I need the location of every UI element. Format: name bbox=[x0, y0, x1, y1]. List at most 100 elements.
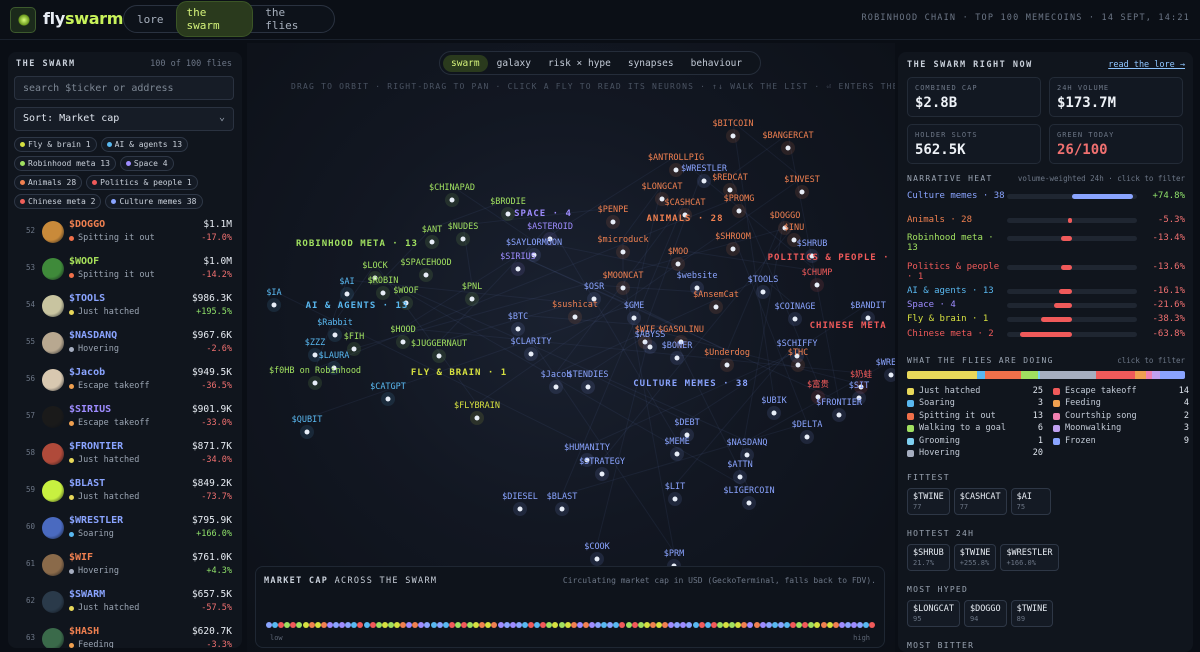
fly-node[interactable] bbox=[515, 266, 521, 272]
fly-label[interactable]: $BANGERCAT bbox=[762, 131, 813, 141]
coin-row[interactable]: 59 $BLAST Just hatched $849.2K -73.7% bbox=[8, 472, 242, 509]
fly-node[interactable] bbox=[675, 261, 681, 267]
heat-row[interactable]: Animals · 28 -5.3% bbox=[907, 215, 1185, 229]
fly-node[interactable] bbox=[332, 332, 338, 338]
coin-tag[interactable]: $CASHCAT 77 bbox=[953, 488, 1007, 515]
market-cap-dot[interactable] bbox=[345, 622, 352, 628]
fly-node[interactable] bbox=[528, 351, 534, 357]
view-tab-risk-hype[interactable]: risk × hype bbox=[540, 55, 619, 72]
market-cap-dot[interactable] bbox=[497, 622, 504, 628]
fly-node[interactable] bbox=[610, 219, 616, 225]
fly-node[interactable] bbox=[647, 344, 653, 350]
fly-label[interactable]: $GME bbox=[624, 301, 644, 311]
fly-label[interactable]: $FRONTIER bbox=[816, 398, 863, 408]
market-cap-dot[interactable] bbox=[400, 622, 407, 628]
market-cap-dot[interactable] bbox=[844, 622, 851, 628]
fly-label[interactable]: $ATTN bbox=[727, 460, 753, 470]
cluster-label[interactable]: ANIMALS · 28 bbox=[646, 214, 723, 224]
market-cap-dot[interactable] bbox=[528, 622, 535, 628]
fly-node[interactable] bbox=[385, 396, 391, 402]
market-cap-dot[interactable] bbox=[869, 622, 876, 628]
fly-node[interactable] bbox=[673, 167, 679, 173]
market-cap-dot[interactable] bbox=[485, 622, 492, 628]
market-cap-dot[interactable] bbox=[290, 622, 297, 628]
behaviour-item[interactable]: Grooming 1 bbox=[907, 436, 1043, 448]
fly-label[interactable]: $AnsemCat bbox=[693, 290, 739, 300]
heat-row[interactable]: Culture memes · 38 +74.8% bbox=[907, 191, 1185, 205]
behaviour-item[interactable]: Courtship song 2 bbox=[1053, 411, 1189, 423]
market-cap-dot[interactable] bbox=[326, 622, 333, 628]
behaviour-item[interactable]: Frozen 9 bbox=[1053, 436, 1189, 448]
fly-label[interactable]: $SHROOM bbox=[715, 232, 751, 242]
market-cap-dot[interactable] bbox=[308, 622, 315, 628]
market-cap-dot[interactable] bbox=[430, 622, 437, 628]
cluster-label[interactable]: CHINESE META · 2 bbox=[810, 321, 895, 331]
fly-node[interactable] bbox=[594, 556, 600, 562]
fly-node[interactable] bbox=[771, 410, 777, 416]
coin-tag[interactable]: $TWINE +255.8% bbox=[953, 544, 997, 571]
fly-node[interactable] bbox=[517, 506, 523, 512]
market-cap-dot[interactable] bbox=[552, 622, 559, 628]
market-cap-dot[interactable] bbox=[314, 622, 321, 628]
fly-node[interactable] bbox=[746, 500, 752, 506]
market-cap-dot[interactable] bbox=[643, 622, 650, 628]
heat-row[interactable]: AI & agents · 13 -16.1% bbox=[907, 286, 1185, 300]
fly-label[interactable]: $ANTROLLPIG bbox=[648, 153, 704, 163]
narrative-chip[interactable]: AI & agents 13 bbox=[100, 137, 189, 152]
fly-label[interactable]: $OSR bbox=[584, 282, 605, 292]
cluster-label[interactable]: SPACE · 4 bbox=[514, 209, 572, 219]
fly-label[interactable]: $COOK bbox=[584, 542, 610, 552]
coin-tag[interactable]: $AI 75 bbox=[1010, 488, 1051, 515]
narrative-chip[interactable]: Fly & brain 1 bbox=[14, 137, 97, 152]
fly-label[interactable]: $BRODIE bbox=[490, 197, 526, 207]
market-cap-dot[interactable] bbox=[735, 622, 742, 628]
fly-label[interactable]: $CLARITY bbox=[511, 337, 552, 347]
fly-label[interactable]: $BLAST bbox=[547, 492, 578, 502]
fly-node[interactable] bbox=[865, 315, 871, 321]
coin-list[interactable]: 52 $DOGGO Spitting it out $1.1M -17.0% 53 $WOO… bbox=[8, 213, 242, 648]
fly-label[interactable]: $SIRIUS bbox=[500, 252, 536, 262]
market-cap-dot[interactable] bbox=[649, 622, 656, 628]
fly-node[interactable] bbox=[672, 496, 678, 502]
fly-label[interactable]: $BTC bbox=[508, 312, 528, 322]
search-input[interactable] bbox=[14, 76, 234, 100]
market-cap-dot[interactable] bbox=[375, 622, 382, 628]
behaviour-segment[interactable] bbox=[1040, 371, 1096, 379]
market-cap-dot[interactable] bbox=[698, 622, 705, 628]
coin-row[interactable]: 53 $WOOF Spitting it out $1.0M -14.2% bbox=[8, 250, 242, 287]
fly-node[interactable] bbox=[559, 506, 565, 512]
fly-label[interactable]: $MOONCAT bbox=[603, 271, 644, 281]
behaviour-segment[interactable] bbox=[976, 371, 985, 379]
market-cap-dot[interactable] bbox=[710, 622, 717, 628]
fly-node[interactable] bbox=[620, 249, 626, 255]
market-cap-dot[interactable] bbox=[631, 622, 638, 628]
heat-row[interactable]: Fly & brain · 1 -38.3% bbox=[907, 314, 1185, 328]
fly-label[interactable]: $f0HB on Robinhood bbox=[269, 366, 361, 376]
market-cap-dot[interactable] bbox=[381, 622, 388, 628]
fly-label[interactable]: $PROMG bbox=[724, 194, 755, 204]
fly-label[interactable]: $富贵 bbox=[807, 379, 830, 390]
sort-select[interactable]: Sort: Market cap ⌄ bbox=[14, 107, 234, 131]
fly-label[interactable]: $QUBIT bbox=[292, 415, 323, 425]
market-cap-dot[interactable] bbox=[558, 622, 565, 628]
heat-row[interactable]: Robinhood meta · 13 -13.4% bbox=[907, 233, 1185, 253]
fly-node[interactable] bbox=[674, 355, 680, 361]
fly-label[interactable]: $ABYSS bbox=[635, 330, 666, 340]
narrative-chip[interactable]: Animals 28 bbox=[14, 175, 83, 190]
market-cap-dot[interactable] bbox=[570, 622, 577, 628]
market-cap-dot[interactable] bbox=[796, 622, 803, 628]
market-cap-dot[interactable] bbox=[857, 622, 864, 628]
behaviour-item[interactable]: Hovering 20 bbox=[907, 448, 1043, 460]
fly-node[interactable] bbox=[724, 362, 730, 368]
fly-label[interactable]: $BONER bbox=[662, 341, 694, 351]
market-cap-dot[interactable] bbox=[442, 622, 449, 628]
market-cap-dot[interactable] bbox=[473, 622, 480, 628]
coin-row[interactable]: 56 $Jacob Escape takeoff $949.5K -36.5% bbox=[8, 361, 242, 398]
market-cap-dot[interactable] bbox=[595, 622, 602, 628]
market-cap-dot[interactable] bbox=[363, 622, 370, 628]
behaviour-segment[interactable] bbox=[1159, 371, 1185, 379]
coin-row[interactable]: 61 $WIF Hovering $761.0K +4.3% bbox=[8, 546, 242, 583]
market-cap-dot[interactable] bbox=[674, 622, 681, 628]
fly-label[interactable]: $DELTA bbox=[792, 420, 823, 430]
fly-node[interactable] bbox=[736, 208, 742, 214]
